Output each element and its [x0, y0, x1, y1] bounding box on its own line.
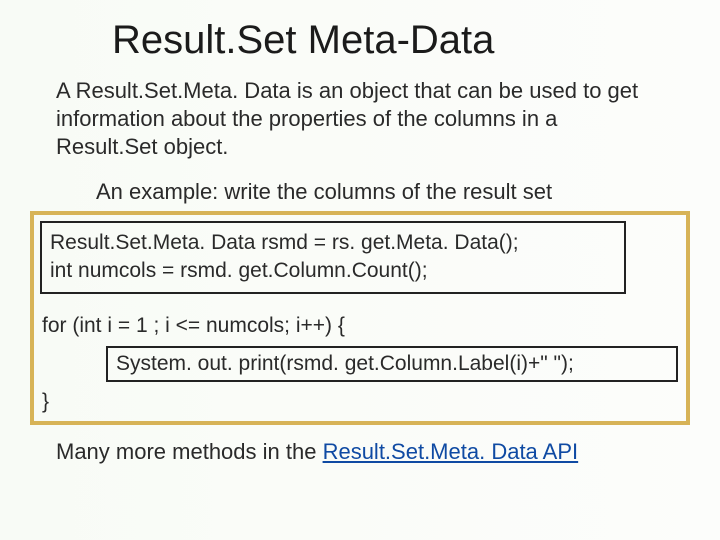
slide-title: Result.Set Meta-Data — [0, 0, 720, 69]
intro-paragraph: A Result.Set.Meta. Data is an object tha… — [0, 69, 720, 161]
code-line-for: for (int i = 1 ; i <= numcols; i++) { — [34, 308, 686, 344]
code-line: Result.Set.Meta. Data rsmd = rs. get.Met… — [50, 229, 616, 256]
code-block-top: Result.Set.Meta. Data rsmd = rs. get.Met… — [40, 221, 626, 294]
code-line: int numcols = rsmd. get.Column.Count(); — [50, 257, 616, 284]
footer-text: Many more methods in the Result.Set.Meta… — [0, 425, 720, 465]
code-line-brace: } — [34, 384, 686, 420]
example-intro: An example: write the columns of the res… — [0, 161, 720, 205]
code-block-outer: Result.Set.Meta. Data rsmd = rs. get.Met… — [30, 211, 690, 424]
footer-prefix: Many more methods in the — [56, 439, 323, 464]
code-block-bottom: System. out. print(rsmd. get.Column.Labe… — [106, 346, 678, 382]
api-link[interactable]: Result.Set.Meta. Data API — [323, 439, 579, 464]
code-line: System. out. print(rsmd. get.Column.Labe… — [116, 352, 574, 375]
